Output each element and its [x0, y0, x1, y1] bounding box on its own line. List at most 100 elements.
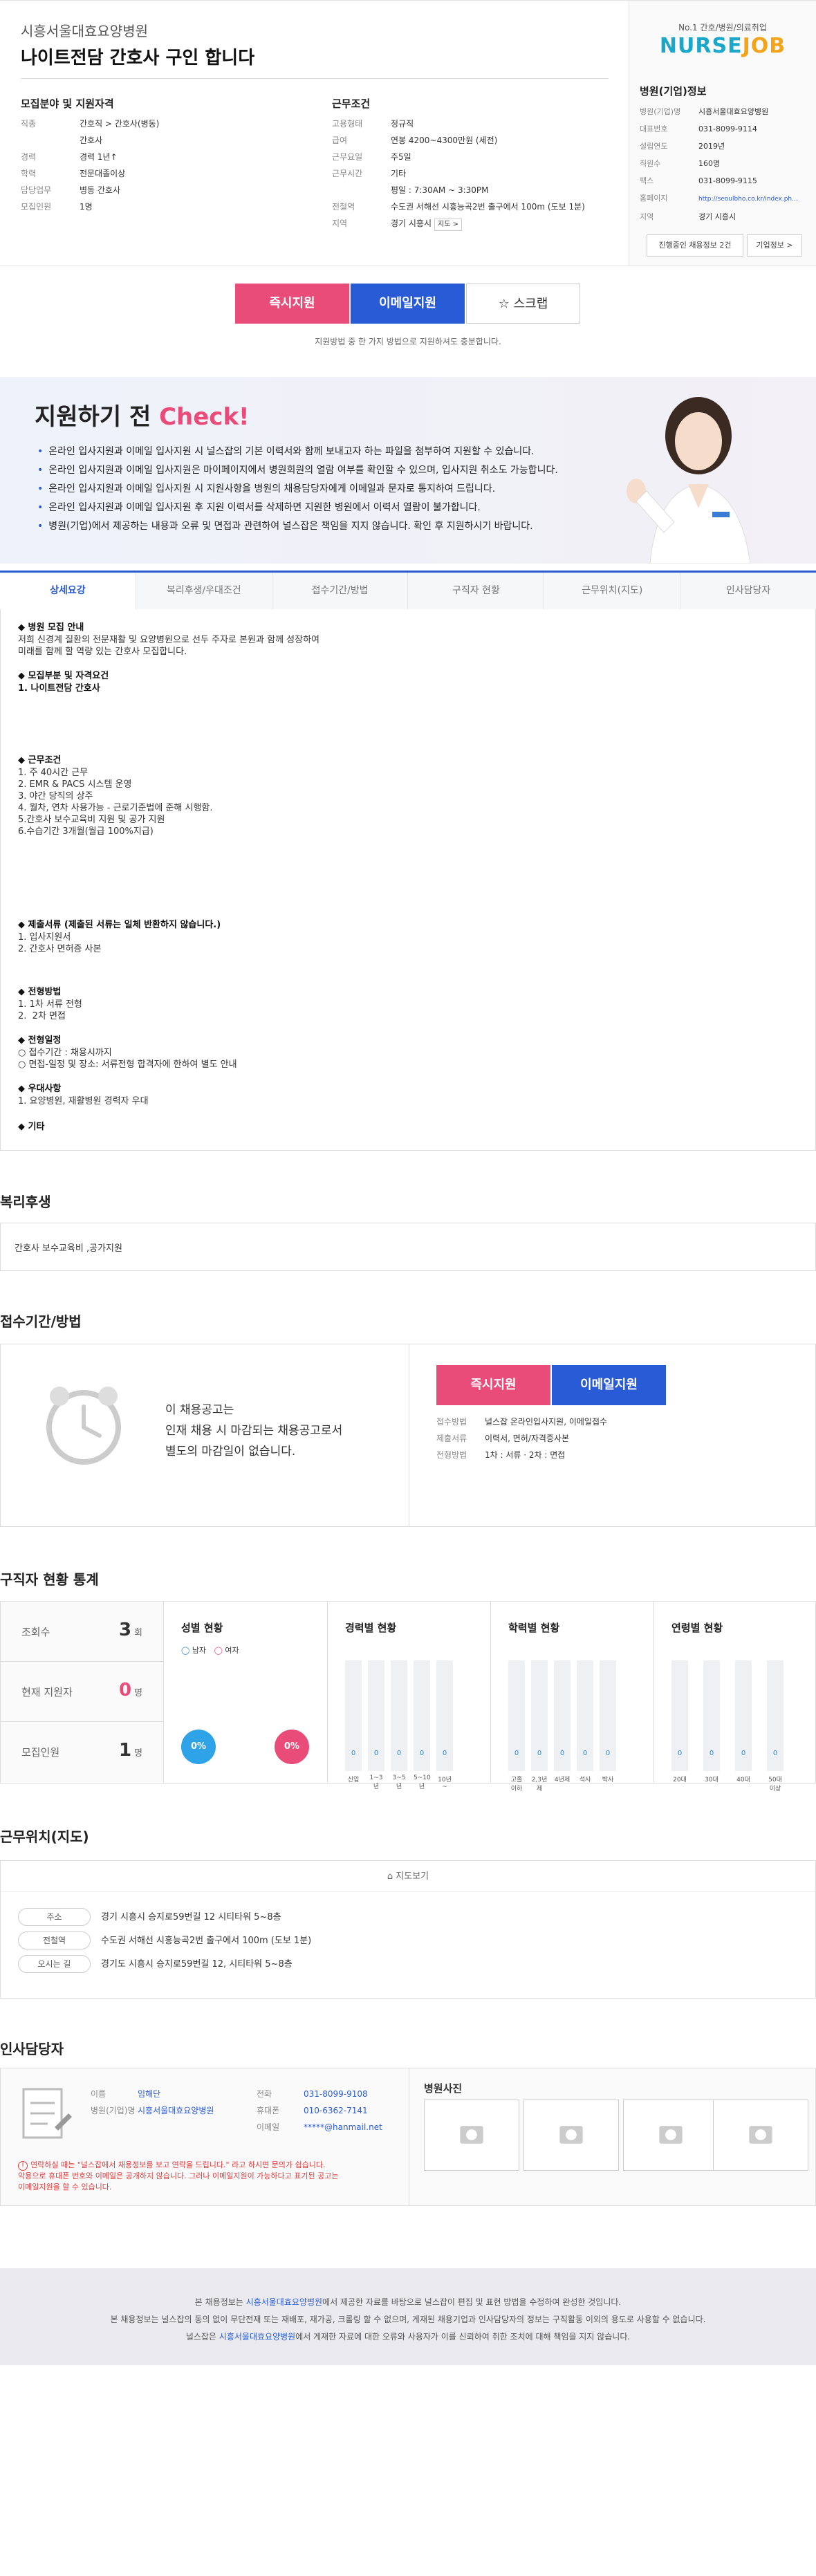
bar-column: 0 고졸이하	[508, 1660, 525, 1792]
bar-column: 0 30대	[703, 1660, 720, 1783]
req-row: 담당업무 병동 간호사	[21, 185, 121, 195]
tab-stats[interactable]: 구직자 현황	[408, 573, 545, 609]
req-row: 경력 경력 1년↑	[21, 152, 118, 162]
map-icon: ⌂	[387, 1871, 393, 1882]
map-box: ⌂ 지도보기 주소 경기 시흥시 승지로59번길 12 시티타워 5~8층 전철역…	[0, 1860, 816, 1999]
cond-row: 급여 연봉 4200~4300만원 (세전)	[332, 136, 498, 145]
page-title: 나이트전담 간호사 구인 합니다	[21, 48, 255, 68]
bar-column: 0 신입	[345, 1660, 362, 1783]
edu-bars: 0 고졸이하 0 2,3년제 0 4년제 0 석사 0 박사	[508, 1660, 616, 1792]
age-bars: 0 20대 0 30대 0 40대 0 50대이상	[671, 1660, 783, 1792]
nursejob-logo[interactable]: NURSEJOB	[629, 34, 816, 58]
warning-icon: !	[18, 2161, 28, 2171]
bar-label: 박사	[602, 1777, 614, 1783]
bar: 0	[391, 1660, 407, 1771]
bar-column: 0 40대	[735, 1660, 752, 1783]
job-detail-content: ◆ 병원 모집 안내 저희 신경계 질환의 전문재활 및 요양병원으로 선두 주…	[0, 609, 816, 1151]
bar: 0	[368, 1660, 384, 1771]
bar-column: 0 2,3년제	[531, 1660, 548, 1792]
list-item: 온라인 입사지원과 이메일 입사지원 후 지원 이력서를 삭제하면 지원한 병원…	[48, 499, 558, 517]
bar-value: 0	[419, 1750, 425, 1757]
req-row: 모집인원 1명	[21, 202, 93, 212]
tab-detail[interactable]: 상세요강	[0, 573, 136, 609]
bar-value: 0	[772, 1750, 778, 1757]
cond-row: 근무시간 기타	[332, 169, 407, 178]
stats-heading: 구직자 현황 통계	[0, 1571, 99, 1588]
bar: 0	[531, 1660, 548, 1771]
map-link-button[interactable]: 지도 >	[434, 219, 462, 231]
deadline-box: 이 채용공고는 인재 채용 시 마감되는 채용공고로서 별도의 마감일이 없습니…	[0, 1344, 816, 1527]
camera-icon	[749, 2126, 772, 2144]
cond-row: 근무요일 주5일	[332, 152, 411, 162]
contact-card-icon	[22, 2088, 72, 2139]
bar: 0	[436, 1660, 453, 1771]
req-row: 직종 간호직 > 간호사(병동)	[21, 119, 160, 129]
edu-stats: 학력별 현황 0 고졸이하 0 2,3년제 0 4년제 0 석사 0 박사	[490, 1602, 653, 1792]
ongoing-jobs-button[interactable]: 진행중인 채용정보 2건	[647, 234, 743, 257]
bar: 0	[600, 1660, 616, 1771]
tab-map[interactable]: 근무위치(지도)	[544, 573, 681, 609]
bar-column: 0 3~5년	[391, 1660, 407, 1790]
bar-value: 0	[351, 1750, 356, 1757]
contact-box: 이름 임해단 병원(기업)명 시흥서울대효요양병원 전화 031-8099-9108 …	[0, 2068, 816, 2206]
bar-value: 0	[605, 1750, 611, 1757]
bar-value: 0	[582, 1750, 588, 1757]
bar-label: 50대이상	[768, 1777, 782, 1792]
map-toggle-button[interactable]: ⌂ 지도보기	[1, 1861, 815, 1892]
apply-now-button[interactable]: 즉시지원	[235, 284, 349, 324]
cond-row: 지역 경기 시흥시 지도 >	[332, 215, 585, 232]
bar-label: 3~5년	[392, 1775, 406, 1790]
bar: 0	[703, 1660, 720, 1771]
detail-tabs: 상세요강 복리후생/우대조건 접수기간/방법 구직자 현황 근무위치(지도) 인…	[0, 571, 816, 609]
subway-row: 전철역 수도권 서해선 시흥능곡2번 출구에서 100m (도보 1분)	[18, 1931, 311, 1950]
tab-contact[interactable]: 인사담당자	[680, 573, 816, 609]
email-apply-button[interactable]: 이메일지원	[351, 284, 465, 324]
scrap-button[interactable]: ☆ 스크랩	[466, 284, 580, 324]
homepage-link[interactable]: http://seoulbho.co.kr/index.ph...	[698, 196, 798, 203]
req-row: 간호사	[80, 136, 103, 145]
photo-heading: 병원사진	[424, 2082, 463, 2095]
bar-label: 2,3년제	[531, 1777, 548, 1792]
hospital-photo[interactable]	[424, 2100, 519, 2171]
job-info-panel: 시흥서울대효요양병원 나이트전담 간호사 구인 합니다 모집분야 및 지원자격 …	[0, 0, 629, 266]
hospital-photo[interactable]	[523, 2100, 619, 2171]
list-item: 온라인 입사지원과 이메일 입사지원 시 지원사항을 병원의 채용담당자에게 이…	[48, 480, 558, 499]
apply-section: 즉시지원 이메일지원 ☆ 스크랩 지원방법 중 한 가지 방법으로 지원하셔도 …	[0, 266, 816, 377]
bar: 0	[508, 1660, 525, 1771]
bar-label: 고졸이하	[510, 1777, 523, 1792]
bar: 0	[671, 1660, 688, 1771]
age-stats: 연령별 현황 0 20대 0 30대 0 40대 0 50대이상	[653, 1602, 816, 1792]
bar-label: 40대	[736, 1777, 750, 1783]
bar-label: 1~3년	[369, 1775, 383, 1790]
career-bars: 0 신입 0 1~3년 0 3~5년 0 5~10년 0 10년~	[345, 1660, 453, 1790]
list-item: 온라인 입사지원과 이메일 입사지원은 마이페이지에서 병원회원의 열람 여부를…	[48, 461, 558, 480]
deadline-email-apply-button[interactable]: 이메일지원	[552, 1365, 666, 1405]
bar: 0	[554, 1660, 571, 1771]
hospital-link[interactable]: 시흥서울대효요양병원	[246, 2297, 322, 2307]
tab-deadline[interactable]: 접수기간/방법	[272, 573, 409, 609]
company-info-panel: No.1 간호/병원/의료취업 NURSEJOB 병원(기업)정보 병원(기업)…	[629, 0, 816, 266]
camera-icon	[460, 2126, 483, 2144]
bar: 0	[767, 1660, 783, 1771]
directions-row: 오시는 길 경기도 시흥시 승지로59번길 12, 시티타워 5~8층	[18, 1955, 293, 1974]
req-row: 학력 전문대졸이상	[21, 169, 126, 178]
bar-column: 0 20대	[671, 1660, 688, 1783]
stats-box: 조회수 3 회 현재 지원자 0 명 모집인원 1 명 성별 현황 ◯ 남자 ◯ 여자 0%…	[0, 1601, 816, 1792]
hospital-photo[interactable]	[713, 2100, 808, 2171]
bar-label: 30대	[705, 1777, 718, 1783]
tab-welfare[interactable]: 복리후생/우대조건	[136, 573, 272, 609]
company-info-button[interactable]: 기업정보 >	[747, 234, 802, 257]
hospital-link[interactable]: 시흥서울대효요양병원	[219, 2332, 295, 2342]
bar-label: 10년~	[438, 1777, 452, 1790]
deadline-apply-now-button[interactable]: 즉시지원	[436, 1365, 550, 1405]
stat-openings: 모집인원 1 명	[1, 1722, 163, 1782]
camera-icon	[559, 2126, 583, 2144]
logo-tagline: No.1 간호/병원/의료취업	[678, 23, 767, 33]
contact-info-a: 이름 임해단 병원(기업)명 시흥서울대효요양병원	[91, 2089, 214, 2115]
hospital-name[interactable]: 시흥서울대효요양병원	[21, 20, 148, 40]
bar: 0	[414, 1660, 430, 1771]
bar-label: 20대	[673, 1777, 687, 1783]
bar-label: 5~10년	[414, 1775, 431, 1790]
hospital-photo[interactable]	[623, 2100, 718, 2171]
cond-row: 고용형태 정규직	[332, 119, 414, 129]
